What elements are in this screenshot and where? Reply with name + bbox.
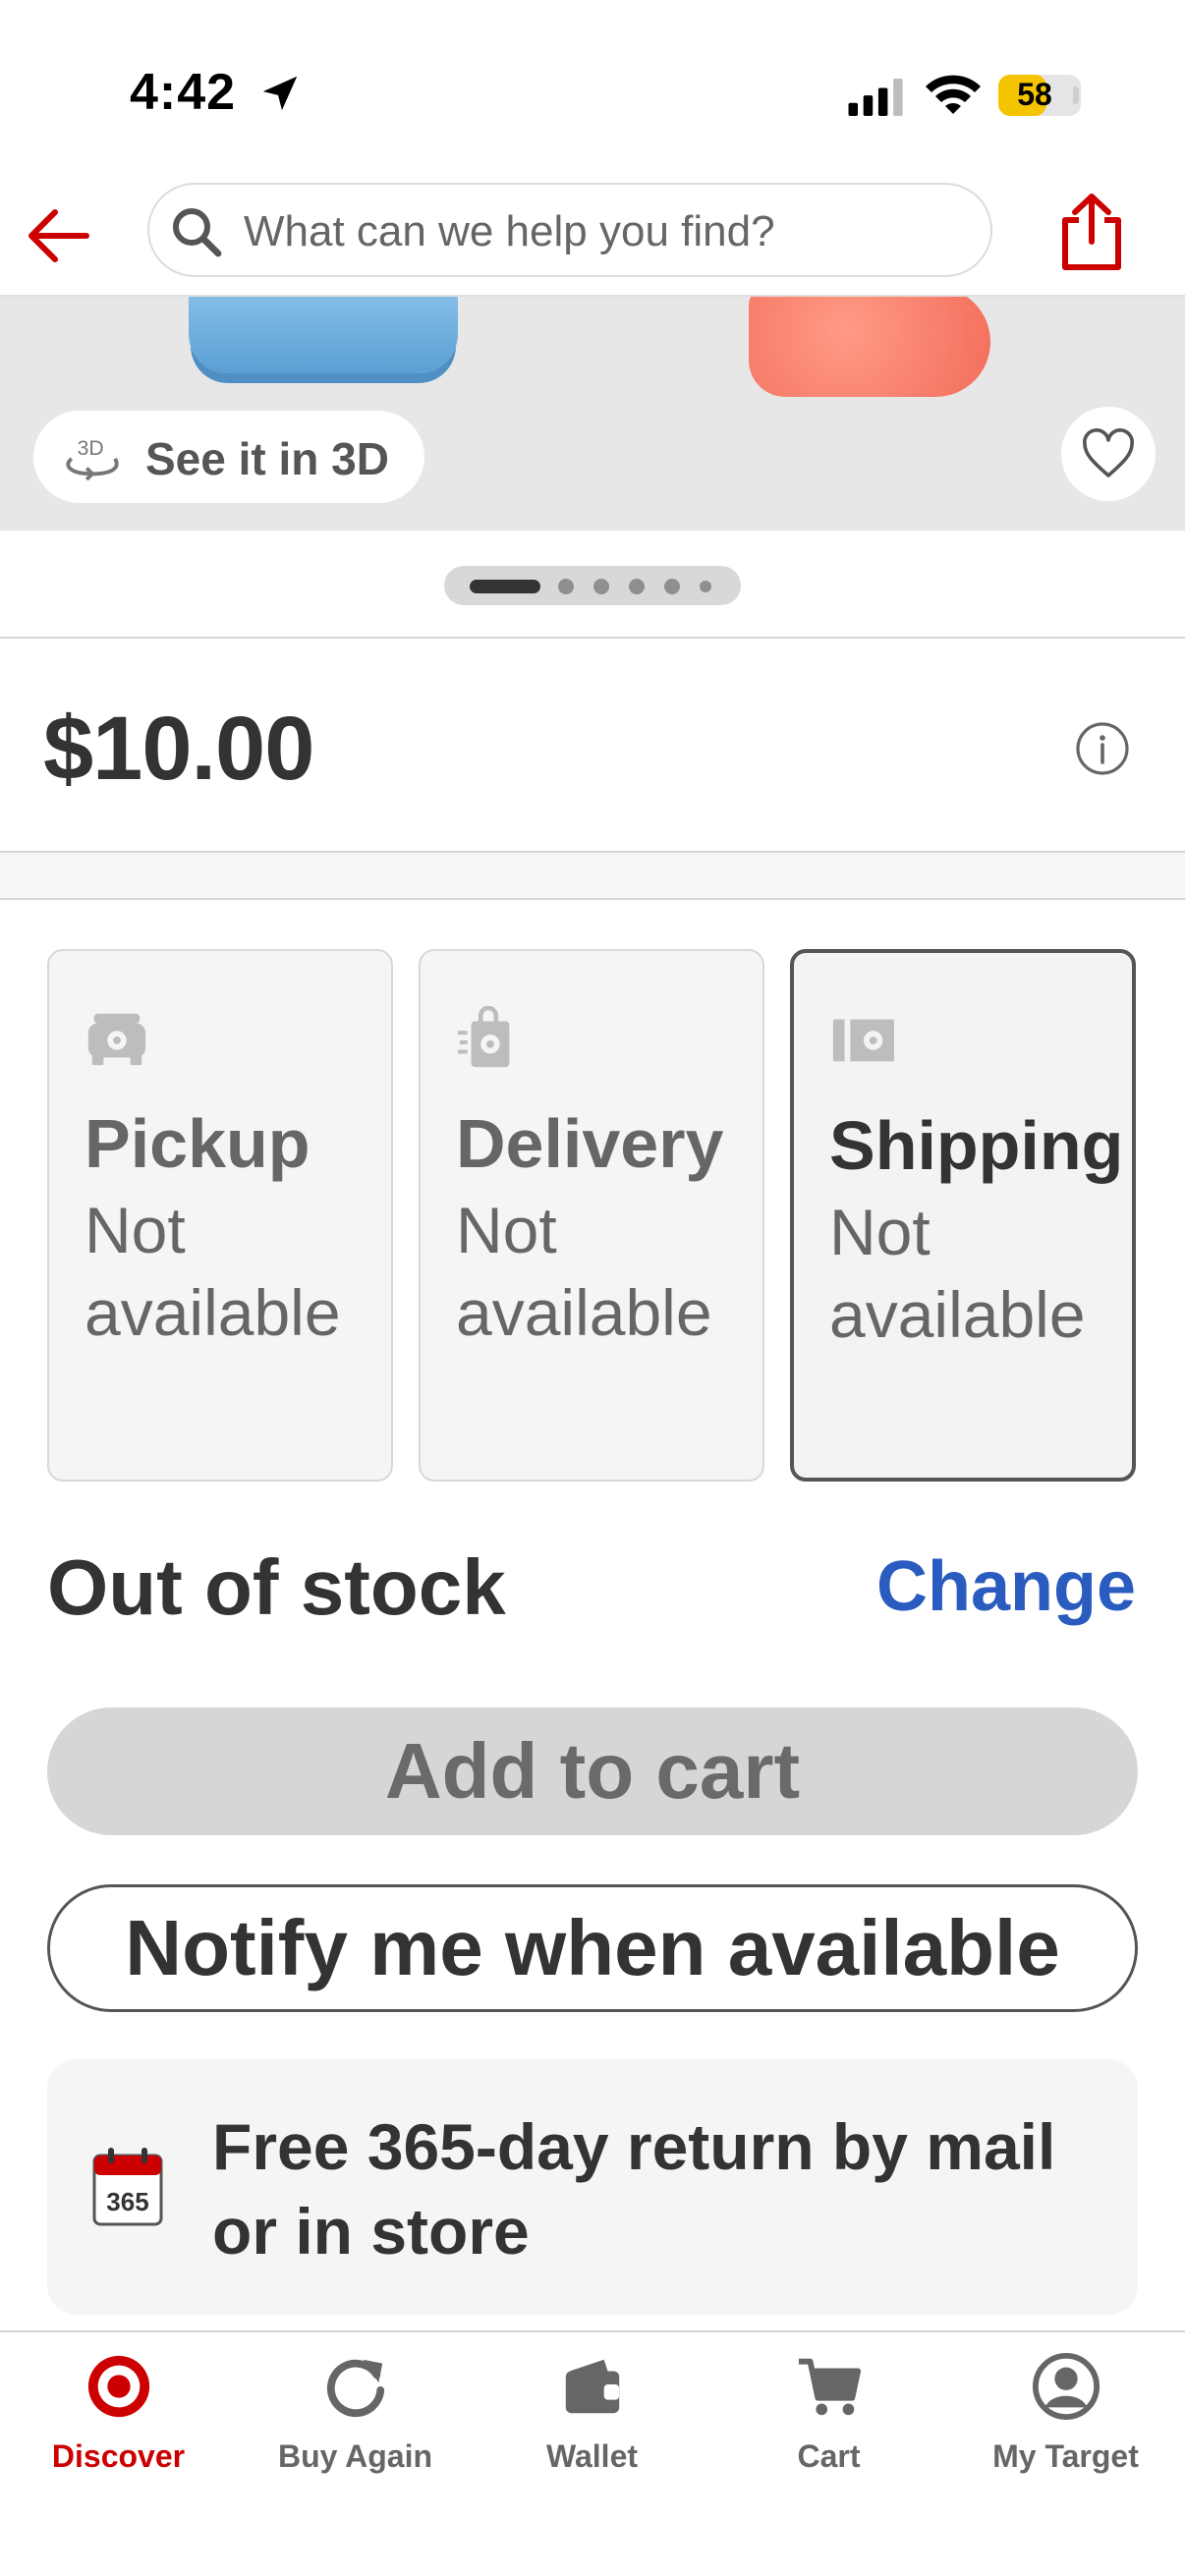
change-store-link[interactable]: Change <box>876 1546 1136 1627</box>
tab-wallet[interactable]: Wallet <box>474 2332 710 2529</box>
cellular-signal-icon <box>848 79 903 116</box>
delivery-bag-icon <box>457 1006 510 1068</box>
fulfillment-title-text: Shipping <box>829 1107 1124 1184</box>
tab-label: Wallet <box>545 2438 639 2474</box>
add-to-cart-button[interactable]: Add to cart <box>47 1708 1138 1835</box>
account-icon <box>1032 2352 1100 2421</box>
location-arrow-icon <box>262 76 298 111</box>
fulfillment-status: Not available <box>829 1196 1086 1351</box>
wallet-icon <box>565 2359 620 2414</box>
fulfillment-title: Delivery Not available <box>456 1098 751 1354</box>
wifi-icon <box>926 75 981 114</box>
product-price: $10.00 <box>43 699 314 799</box>
product-image[interactable]: 3D See it in 3D <box>0 297 1185 531</box>
carousel-dot[interactable] <box>700 581 711 592</box>
notify-me-button[interactable]: Notify me when available <box>47 1884 1138 2012</box>
carousel-dot[interactable] <box>664 579 680 594</box>
carousel-dot[interactable] <box>629 579 645 594</box>
tab-discover[interactable]: Discover <box>0 2332 237 2529</box>
tab-label: My Target <box>992 2438 1139 2474</box>
fulfillment-status: Not available <box>456 1194 712 1349</box>
calendar-365-icon: 365 <box>92 2148 163 2226</box>
bottom-tab-bar: Discover Buy Again Wallet Cart My Target <box>0 2330 1185 2576</box>
back-arrow-icon[interactable] <box>24 204 90 267</box>
tab-buy-again[interactable]: Buy Again <box>237 2332 474 2529</box>
fulfillment-status: Not available <box>85 1194 341 1349</box>
status-bar: 4:42 58 <box>0 0 1185 177</box>
tab-label: Discover <box>51 2438 186 2474</box>
carousel-dot-active[interactable] <box>470 580 540 593</box>
battery-percent: 58 <box>1017 77 1052 112</box>
carousel-dot[interactable] <box>558 579 574 594</box>
see-in-3d-button[interactable]: 3D See it in 3D <box>33 411 424 503</box>
fulfillment-card-shipping[interactable]: Shipping Not available <box>790 949 1136 1482</box>
status-time: 4:42 <box>130 64 237 121</box>
search-bar[interactable] <box>147 183 992 277</box>
rotate-3d-icon: 3D <box>66 437 119 481</box>
fulfillment-card-pickup[interactable]: Pickup Not available <box>47 949 393 1482</box>
cart-icon <box>798 2358 862 2416</box>
tab-label: Cart <box>797 2438 861 2474</box>
fulfillment-title: Pickup Not available <box>85 1098 379 1354</box>
carousel-dot[interactable] <box>593 579 609 594</box>
calendar-365-text: 365 <box>106 2187 148 2216</box>
top-header <box>0 177 1185 297</box>
target-bullseye-icon <box>87 2355 150 2418</box>
product-photo-blue-bottle <box>189 297 458 373</box>
battery-nub <box>1073 86 1079 104</box>
heart-icon <box>1083 428 1134 477</box>
see-in-3d-label: See it in 3D <box>145 433 389 484</box>
divider <box>0 637 1185 639</box>
info-icon[interactable] <box>1075 721 1130 776</box>
stock-status: Out of stock <box>47 1543 506 1631</box>
fulfillment-title-text: Pickup <box>85 1105 310 1182</box>
pickup-car-icon <box>87 1013 146 1066</box>
share-icon[interactable] <box>1059 193 1124 271</box>
fulfillment-title: Shipping Not available <box>829 1100 1124 1356</box>
tab-my-target[interactable]: My Target <box>947 2332 1184 2529</box>
section-gap <box>0 853 1185 900</box>
tab-label: Buy Again <box>277 2438 433 2474</box>
svg-text:3D: 3D <box>78 437 104 460</box>
refresh-icon <box>326 2359 385 2418</box>
shipping-box-icon <box>832 1019 894 1062</box>
fulfillment-card-delivery[interactable]: Delivery Not available <box>419 949 764 1482</box>
returns-text: Free 365-day return by mail or in store <box>212 2110 1056 2268</box>
search-input[interactable] <box>244 204 971 259</box>
search-icon <box>173 208 222 257</box>
product-photo-pink-toy <box>749 297 990 397</box>
tab-cart[interactable]: Cart <box>710 2332 947 2529</box>
fulfillment-title-text: Delivery <box>456 1105 724 1182</box>
image-carousel-indicator[interactable] <box>444 566 741 605</box>
battery-indicator: 58 <box>998 75 1081 116</box>
returns-banner: 365 Free 365-day return by mail or in st… <box>47 2059 1138 2315</box>
favorite-button[interactable] <box>1061 407 1156 501</box>
